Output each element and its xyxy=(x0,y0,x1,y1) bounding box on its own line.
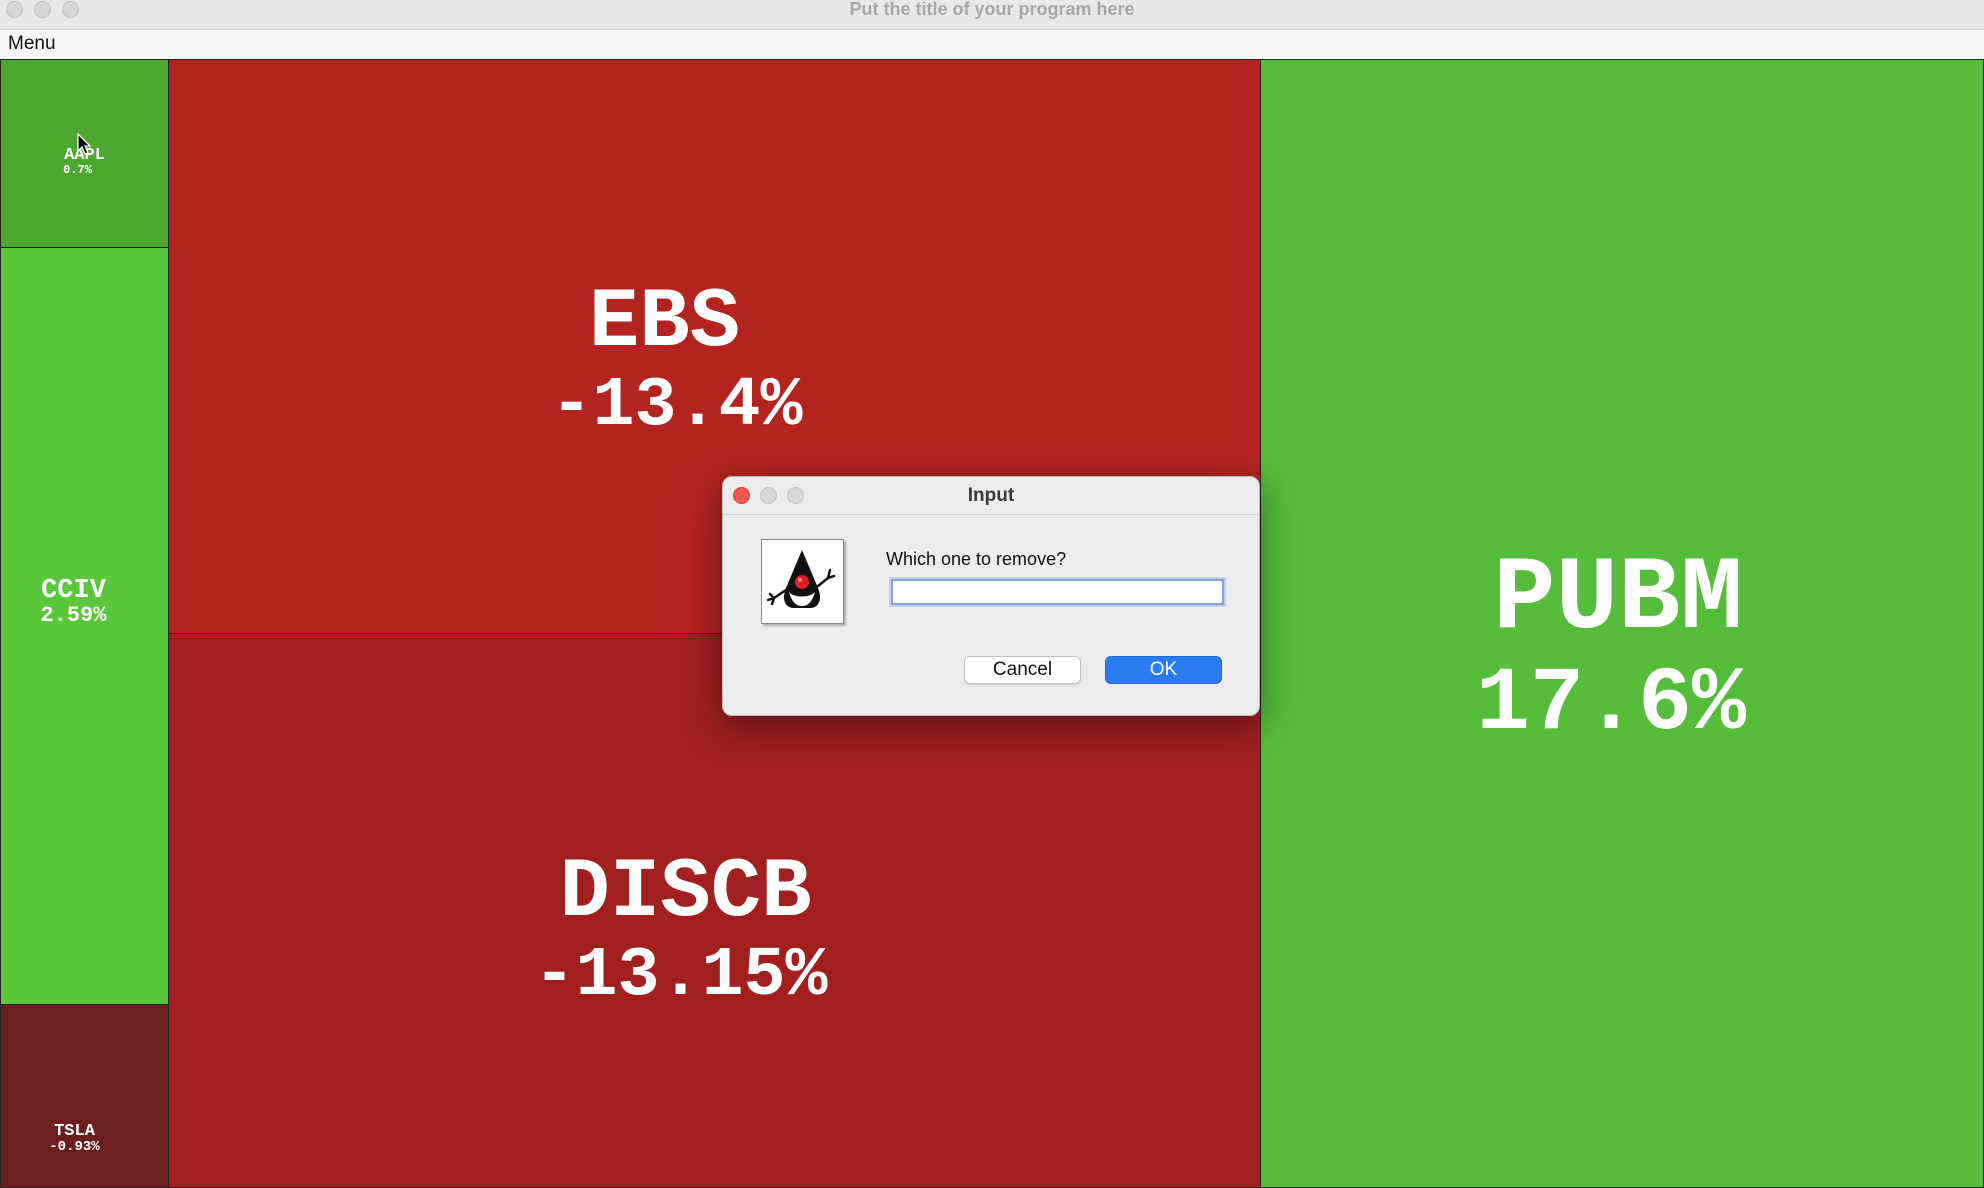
input-dialog: Input Which one to remove? Cancel OK xyxy=(722,476,1260,716)
mouse-cursor-icon xyxy=(77,133,92,155)
tile-tsla[interactable]: TSLA -0.93% xyxy=(0,1004,169,1188)
tile-pubm[interactable]: PUBM 17.6% xyxy=(1260,59,1984,1188)
menu-item[interactable]: Menu xyxy=(8,33,56,55)
menu-bar: Menu xyxy=(0,30,1984,60)
cancel-button[interactable]: Cancel xyxy=(964,656,1081,684)
ok-button[interactable]: OK xyxy=(1105,656,1222,684)
dialog-prompt: Which one to remove? xyxy=(886,549,1067,569)
tile-ticker: EBS xyxy=(588,276,741,371)
tile-change: -0.93% xyxy=(49,1139,100,1155)
tile-change: -13.4% xyxy=(550,367,803,446)
tile-change: 2.59% xyxy=(40,603,107,628)
dialog-title-divider xyxy=(723,514,1259,515)
tile-change: 17.6% xyxy=(1475,654,1747,756)
tile-change: -13.15% xyxy=(533,937,828,1016)
java-duke-icon xyxy=(761,539,844,624)
tile-ticker: TSLA xyxy=(54,1122,95,1141)
window-titlebar: Put the title of your program here xyxy=(0,0,1984,30)
tile-discb[interactable]: DISCB -13.15% xyxy=(168,633,1261,1188)
tile-change: 0.7% xyxy=(63,163,92,177)
remove-ticker-input[interactable] xyxy=(891,579,1224,605)
tile-ticker: CCIV xyxy=(41,576,106,606)
tile-ticker: PUBM xyxy=(1493,541,1743,659)
tile-ticker: DISCB xyxy=(559,846,812,941)
dialog-title: Input xyxy=(967,485,1015,506)
window-title: Put the title of your program here xyxy=(849,0,1135,19)
